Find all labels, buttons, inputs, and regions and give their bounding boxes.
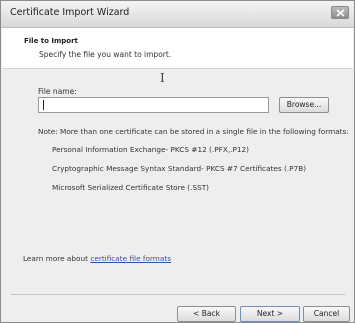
window-title: Certificate Import Wizard — [10, 7, 130, 18]
cancel-button[interactable]: Cancel — [303, 306, 350, 322]
browse-button[interactable]: Browse... — [279, 97, 329, 113]
wizard-header: File to Import Specify the file you want… — [2, 28, 353, 69]
header-title: File to Import — [24, 37, 78, 45]
learn-more-prefix: Learn more about — [23, 254, 91, 263]
title-bar[interactable]: Certificate Import Wizard — [1, 1, 354, 28]
format-item-sst: Microsoft Serialized Certificate Store (… — [52, 183, 210, 192]
close-button[interactable] — [331, 6, 349, 19]
text-cursor-icon: I — [160, 71, 165, 85]
file-name-input[interactable] — [38, 97, 269, 113]
file-name-label: File name: — [38, 87, 77, 96]
close-icon — [336, 9, 345, 17]
footer-divider — [11, 294, 345, 295]
header-subtitle: Specify the file you want to import. — [39, 50, 172, 59]
format-item-p7b: Cryptographic Message Syntax Standard- P… — [52, 164, 307, 173]
next-button[interactable]: Next > — [240, 306, 300, 322]
certificate-file-formats-link[interactable]: certificate file formats — [90, 254, 171, 263]
text-caret — [43, 100, 44, 110]
format-item-pfx: Personal Information Exchange- PKCS #12 … — [52, 145, 249, 154]
back-button[interactable]: < Back — [177, 306, 236, 322]
certificate-import-wizard-window: Certificate Import Wizard File to Import… — [0, 0, 355, 323]
formats-note: Note: More than one certificate can be s… — [38, 127, 349, 136]
learn-more-text: Learn more about certificate file format… — [23, 254, 171, 263]
